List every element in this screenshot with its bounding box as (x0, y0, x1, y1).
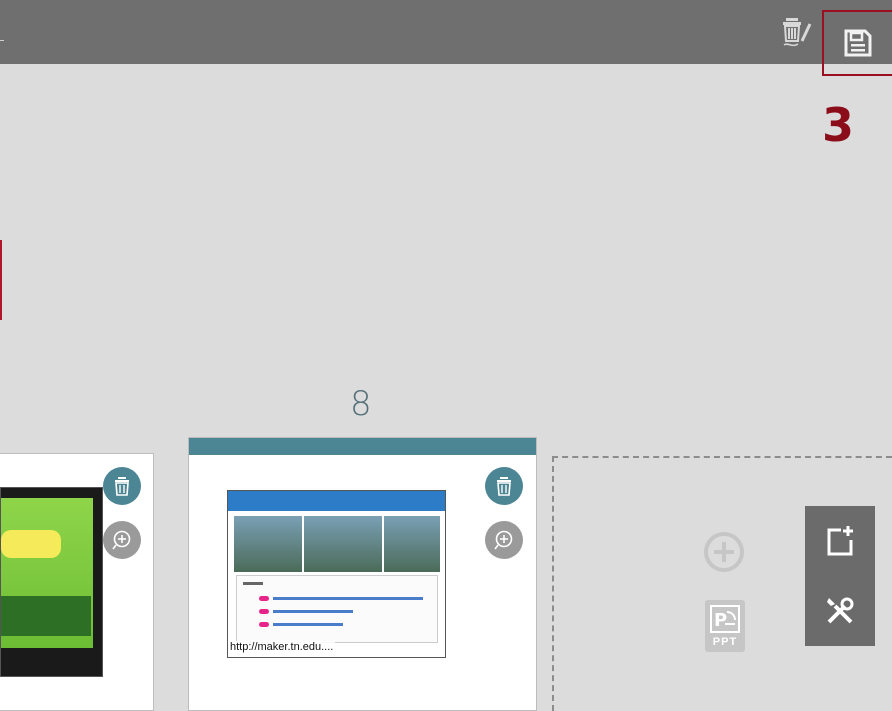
side-toolbar (805, 506, 875, 646)
thumbnail-photo (384, 516, 440, 572)
thumbnail-photo (304, 516, 382, 572)
trash-pen-icon (783, 18, 812, 47)
plus-circle-icon (704, 532, 744, 572)
new-slide-button[interactable] (805, 506, 875, 576)
floppy-disk-icon (844, 29, 872, 57)
new-slide-icon (827, 526, 853, 556)
slide-thumbnail (0, 487, 103, 677)
add-slide-button[interactable] (702, 530, 746, 579)
delete-slide-button[interactable] (485, 467, 523, 505)
zoom-in-icon (112, 530, 131, 550)
ppt-import-icon: P (710, 605, 740, 633)
tools-icon (827, 597, 854, 624)
slide-thumbnail: http://maker.tn.edu.... (227, 490, 446, 658)
thumbnail-url-caption: http://maker.tn.edu.... (228, 641, 336, 653)
tools-button[interactable] (805, 576, 875, 646)
slide-card-current[interactable]: http://maker.tn.edu.... (188, 437, 537, 711)
thumbnail-image-detail (1, 596, 91, 636)
zoom-in-icon (494, 530, 513, 550)
zoom-slide-button[interactable] (485, 521, 523, 559)
step-annotation: 3 (822, 98, 855, 152)
left-highlight-marker (0, 240, 2, 320)
trash-icon (115, 477, 129, 496)
clear-button[interactable] (774, 0, 818, 64)
slide-card-previous[interactable] (0, 453, 154, 711)
import-ppt-button[interactable]: P PPT (705, 600, 745, 652)
toolbar-divider (0, 40, 4, 41)
thumbnail-web-header (228, 491, 445, 511)
svg-text:P: P (714, 610, 727, 631)
page-number: 8 (350, 384, 372, 424)
thumbnail-photo (234, 516, 302, 572)
top-toolbar (0, 0, 892, 64)
save-button[interactable] (822, 10, 892, 76)
thumbnail-image-detail (1, 530, 61, 558)
thumbnail-news-panel (236, 575, 438, 643)
zoom-slide-button[interactable] (103, 521, 141, 559)
ppt-label: PPT (712, 636, 738, 648)
slide-selected-bar (189, 438, 536, 455)
trash-icon (497, 477, 511, 496)
delete-slide-button[interactable] (103, 467, 141, 505)
